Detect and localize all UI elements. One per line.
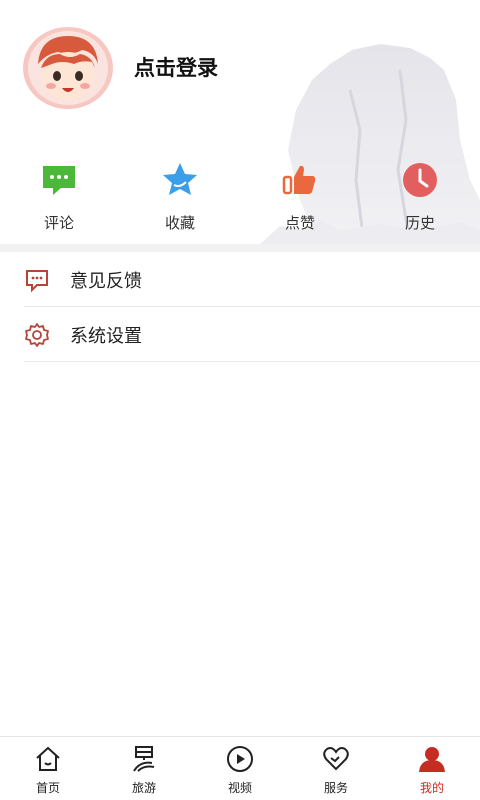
menu-item-settings[interactable]: 系统设置 bbox=[24, 307, 480, 362]
play-icon bbox=[227, 746, 253, 772]
quick-action-history[interactable]: 历史 bbox=[380, 160, 460, 240]
settings-gear-icon bbox=[25, 323, 49, 347]
menu-item-label: 意见反馈 bbox=[70, 271, 142, 292]
menu-item-label: 系统设置 bbox=[70, 326, 142, 347]
profile-header: 点击登录 评论 收藏 点赞 历史 bbox=[0, 0, 480, 244]
tab-label: 视频 bbox=[227, 781, 252, 795]
tab-travel[interactable]: 旅游 bbox=[96, 737, 192, 800]
section-divider bbox=[0, 244, 480, 252]
thumbs-up-icon bbox=[282, 165, 316, 195]
bottom-tab-bar: 首页 旅游 视频 服务 我的 bbox=[0, 736, 480, 800]
clock-icon bbox=[403, 163, 437, 197]
tab-label: 服务 bbox=[323, 781, 348, 795]
quick-action-comment[interactable]: 评论 bbox=[19, 160, 99, 240]
quick-action-label: 点赞 bbox=[284, 214, 315, 232]
home-icon bbox=[36, 746, 60, 771]
tab-video[interactable]: 视频 bbox=[192, 737, 288, 800]
tab-label: 旅游 bbox=[131, 781, 156, 795]
tab-label: 首页 bbox=[35, 781, 60, 795]
quick-action-label: 评论 bbox=[43, 214, 74, 232]
login-link[interactable]: 点击登录 bbox=[134, 52, 218, 82]
feedback-icon bbox=[26, 270, 48, 293]
travel-icon bbox=[133, 746, 155, 772]
menu-item-feedback[interactable]: 意见反馈 bbox=[24, 252, 480, 307]
tab-label: 我的 bbox=[419, 781, 444, 795]
star-icon bbox=[163, 163, 197, 195]
quick-action-label: 历史 bbox=[404, 214, 435, 232]
quick-action-favorite[interactable]: 收藏 bbox=[140, 160, 220, 240]
tab-service[interactable]: 服务 bbox=[288, 737, 384, 800]
avatar[interactable] bbox=[22, 26, 114, 110]
quick-action-label: 收藏 bbox=[164, 214, 195, 232]
comment-icon bbox=[43, 166, 75, 195]
tab-home[interactable]: 首页 bbox=[0, 737, 96, 800]
quick-action-like[interactable]: 点赞 bbox=[260, 160, 340, 240]
user-icon bbox=[419, 747, 445, 772]
tab-mine[interactable]: 我的 bbox=[384, 737, 480, 800]
heart-icon bbox=[323, 747, 349, 771]
